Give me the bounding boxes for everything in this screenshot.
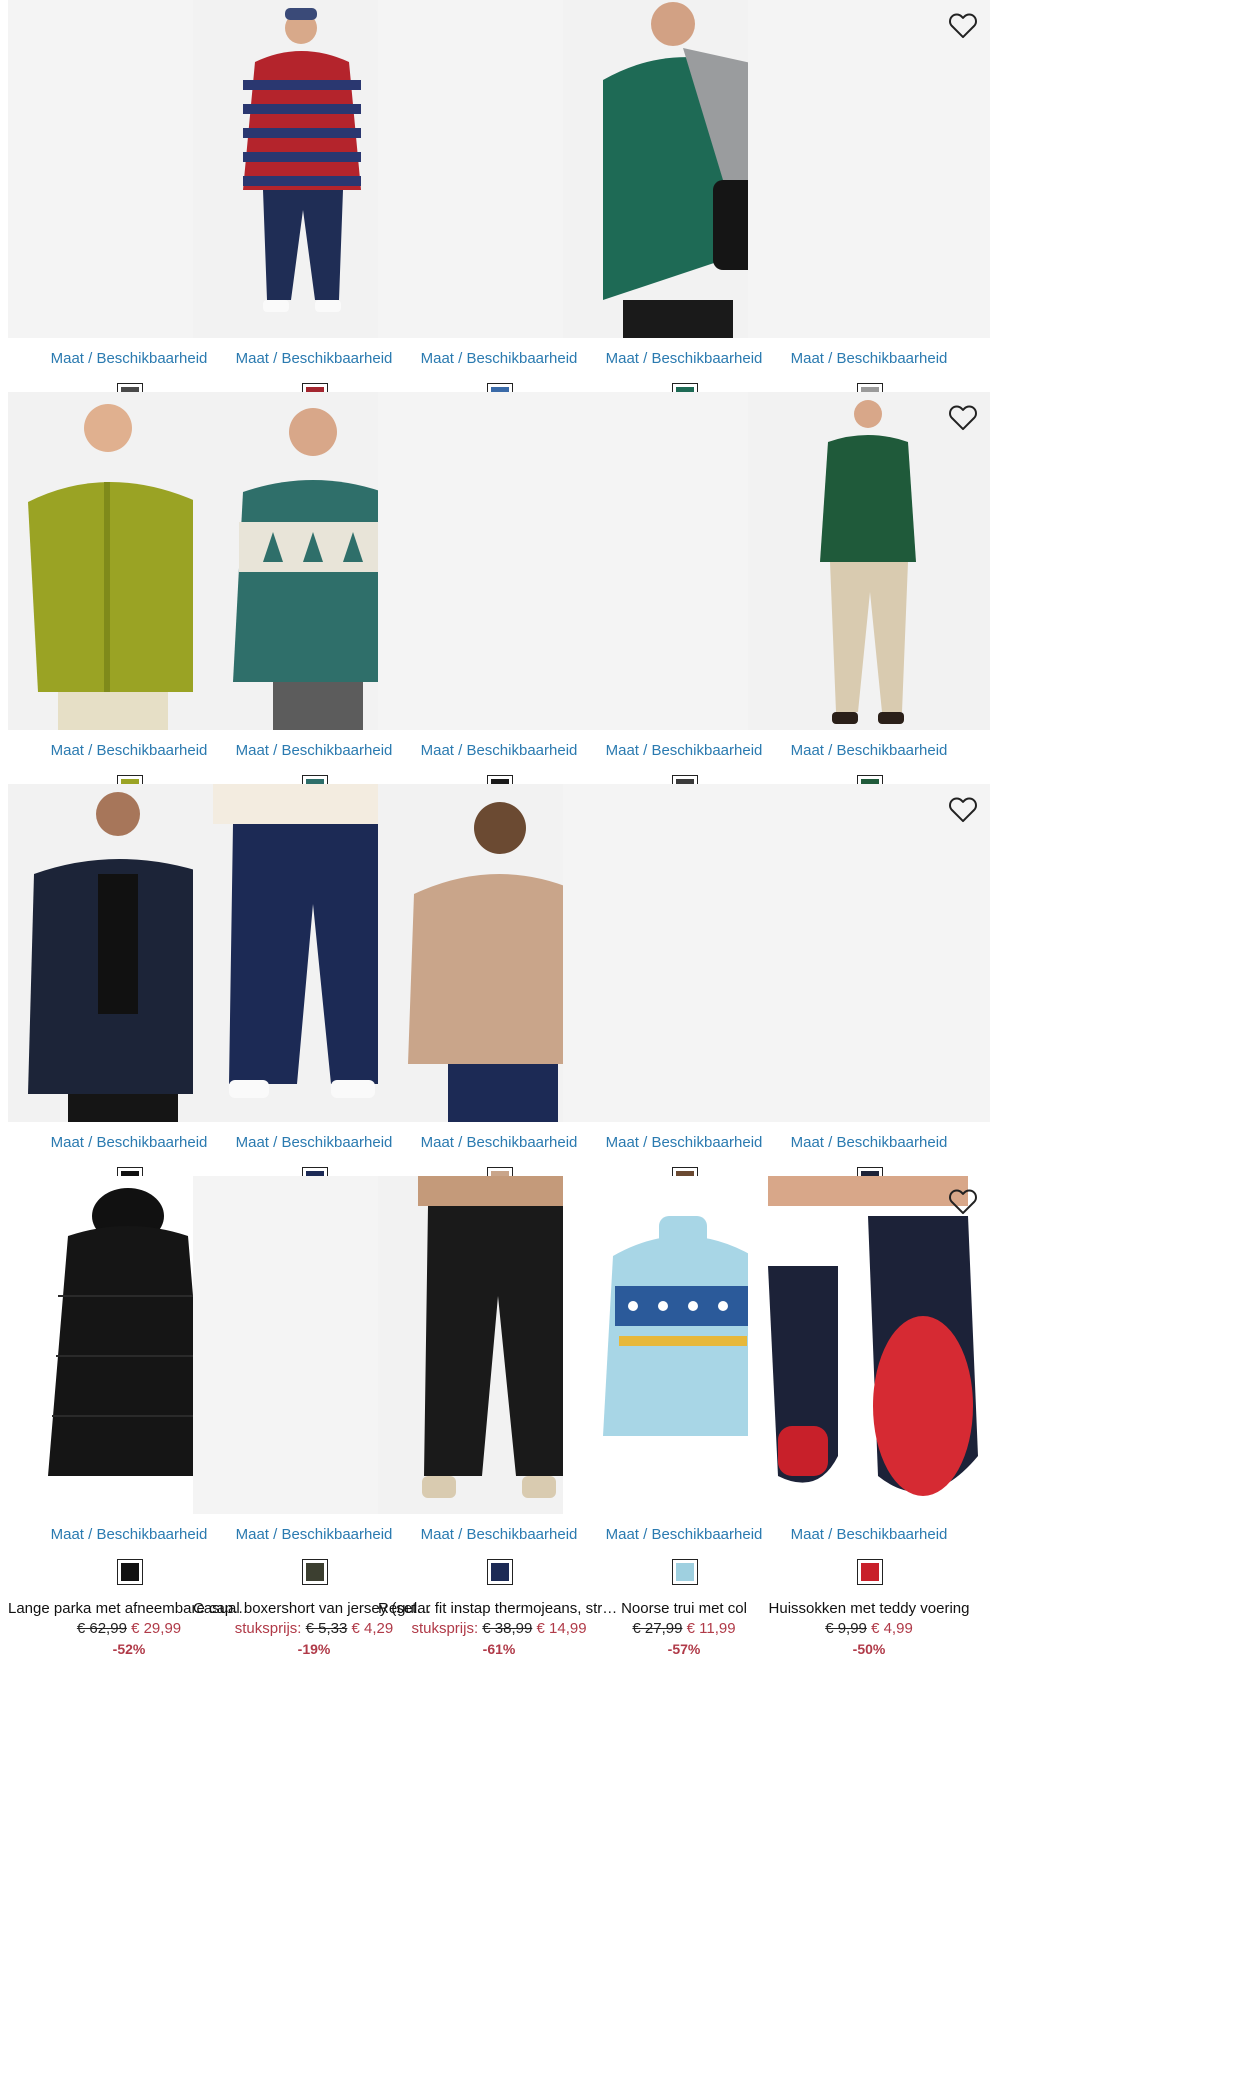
product-image[interactable] — [748, 0, 990, 338]
size-availability-link[interactable]: Maat / Beschikbaarheid — [748, 742, 990, 759]
size-availability-link[interactable]: Maat / Beschikbaarheid — [748, 1526, 990, 1543]
color-swatch[interactable] — [487, 1559, 513, 1585]
color-swatch-chip — [306, 1563, 324, 1581]
wishlist-heart-icon[interactable] — [946, 400, 980, 434]
old-price: € 62,99 — [76, 1620, 127, 1637]
sale-price: € 4,99 — [871, 1620, 913, 1637]
unit-price-label: stuksprijs: — [234, 1620, 302, 1637]
old-price: € 38,99 — [482, 1620, 533, 1637]
wishlist-heart-icon[interactable] — [946, 792, 980, 826]
color-swatch[interactable] — [857, 1559, 883, 1585]
discount-badge: -50% — [852, 1641, 886, 1657]
product-image[interactable] — [748, 1176, 990, 1514]
wishlist-heart-icon[interactable] — [946, 8, 980, 42]
color-swatch-chip — [121, 1563, 139, 1581]
size-availability-link[interactable]: Maat / Beschikbaarheid — [748, 350, 990, 367]
color-swatch[interactable] — [672, 1559, 698, 1585]
color-swatch-chip — [491, 1563, 509, 1581]
product-title[interactable]: Huissokken met teddy voering — [748, 1600, 990, 1617]
sale-price: € 11,99 — [686, 1620, 736, 1637]
product-row: Maat / Beschikbaarheid Lange parka met af… — [8, 1176, 1248, 1698]
product-image[interactable] — [748, 392, 990, 730]
color-swatch[interactable] — [302, 1559, 328, 1585]
unit-price-label: stuksprijs: — [411, 1620, 479, 1637]
sale-price: € 29,99 — [131, 1620, 182, 1637]
size-availability-link[interactable]: Maat / Beschikbaarheid — [748, 1134, 990, 1151]
product-card[interactable]: Maat / Beschikbaarheid Huissokken met ted… — [748, 1176, 994, 1698]
old-price: € 9,99 — [825, 1620, 867, 1637]
old-price: € 5,33 — [305, 1620, 348, 1637]
color-swatch[interactable] — [117, 1559, 143, 1585]
old-price: € 27,99 — [632, 1620, 683, 1637]
color-swatch-chip — [861, 1563, 879, 1581]
color-swatch-chip — [676, 1563, 694, 1581]
product-image[interactable] — [748, 784, 990, 1122]
price-line: € 9,99 € 4,99 — [748, 1620, 990, 1637]
wishlist-heart-icon[interactable] — [946, 1184, 980, 1218]
